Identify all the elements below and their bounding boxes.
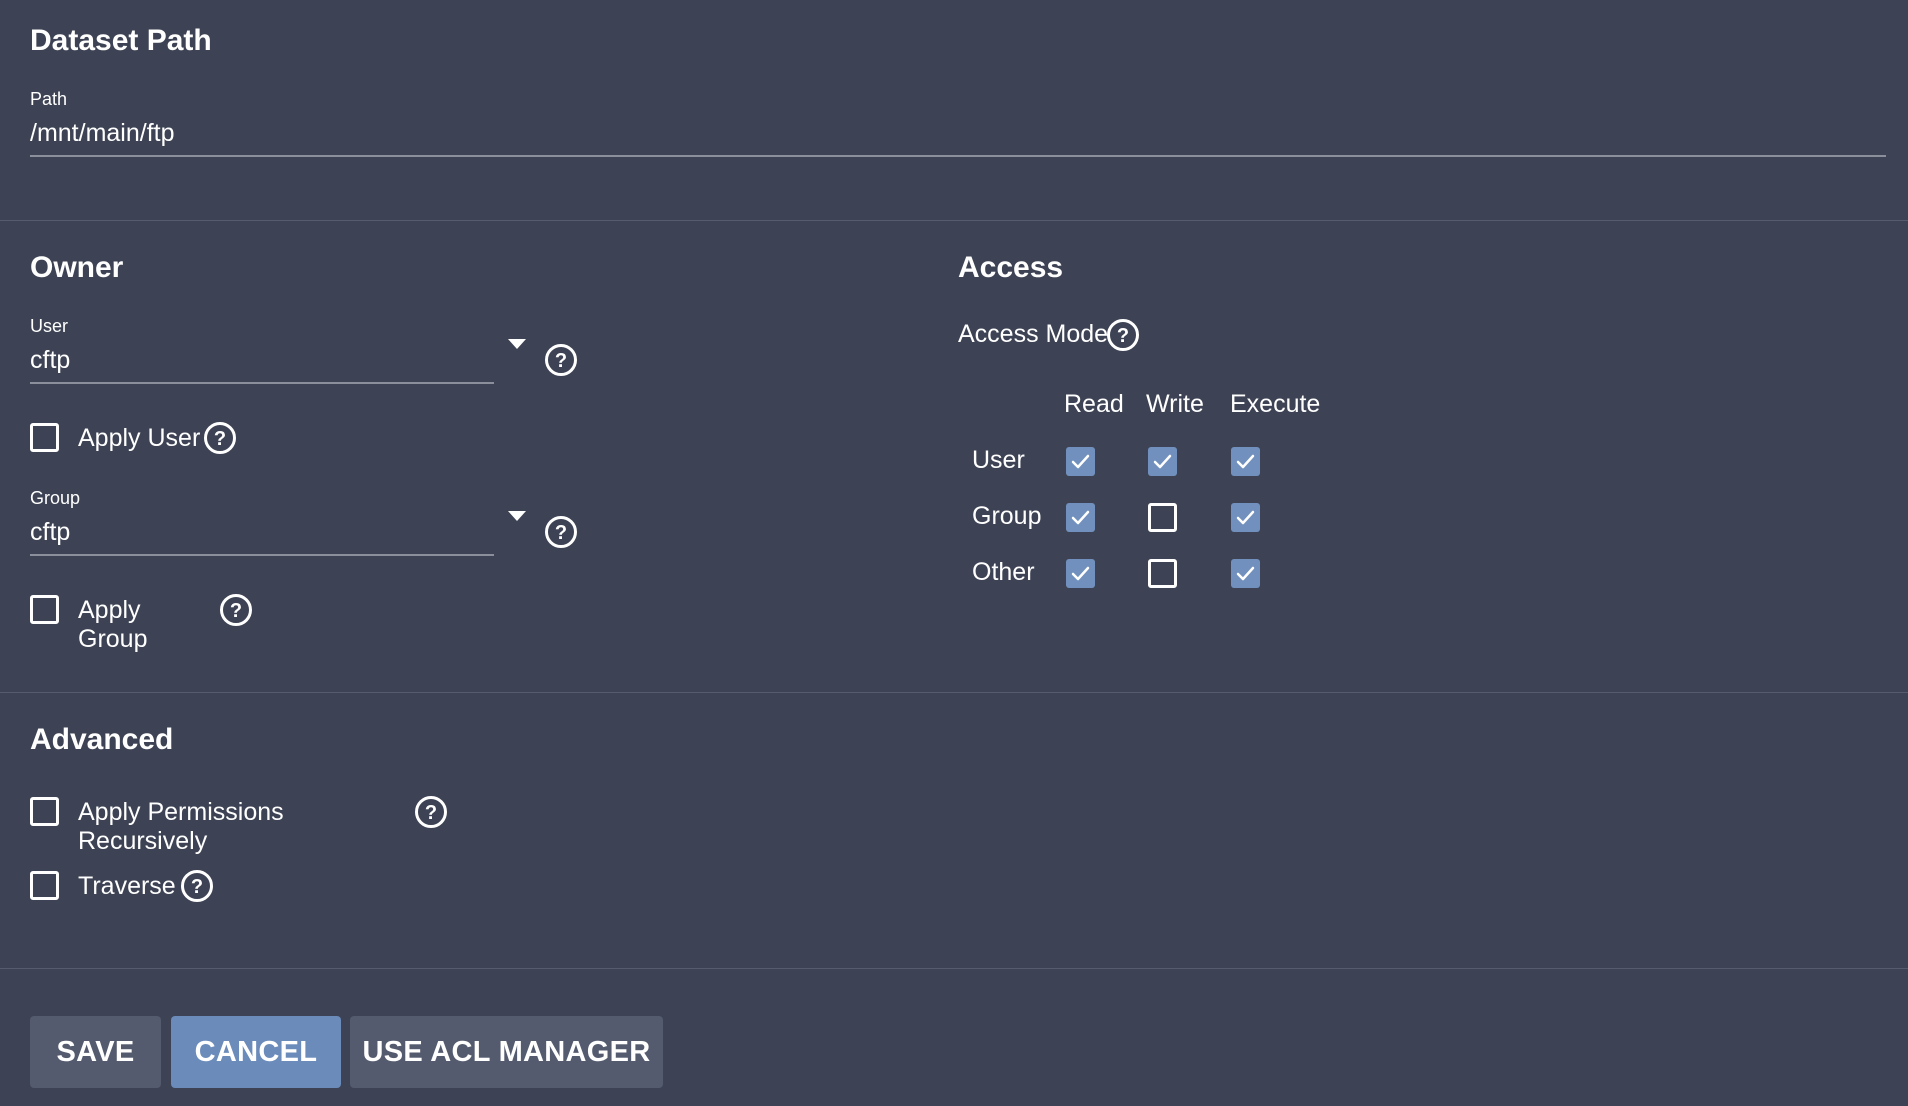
traverse-option[interactable]: Traverse — [30, 869, 176, 903]
user-read-checkbox[interactable] — [1066, 447, 1095, 476]
permission-row-label: User — [972, 446, 1025, 474]
user-write-checkbox[interactable] — [1148, 447, 1177, 476]
advanced-title: Advanced — [30, 723, 174, 756]
column-header-execute: Execute — [1230, 390, 1321, 418]
group-select[interactable]: Group cftp — [30, 484, 494, 556]
question-circle-icon[interactable]: ? — [544, 343, 578, 377]
caret-down-icon[interactable] — [508, 339, 526, 349]
apply-group-option[interactable]: Apply Group — [30, 593, 212, 653]
user-select[interactable]: User cftp — [30, 312, 494, 384]
svg-text:?: ? — [1117, 325, 1129, 347]
path-label: Path — [30, 89, 68, 109]
other-write-checkbox[interactable] — [1148, 559, 1177, 588]
caret-down-icon[interactable] — [508, 511, 526, 521]
svg-text:?: ? — [555, 350, 567, 372]
group-read-checkbox[interactable] — [1066, 503, 1095, 532]
question-circle-icon[interactable]: ? — [180, 869, 214, 903]
permission-row-label: Other — [972, 558, 1035, 586]
checkmark-icon — [1236, 454, 1255, 469]
owner-title: Owner — [30, 251, 124, 284]
section-divider — [0, 692, 1908, 693]
dataset-path-title: Dataset Path — [30, 24, 212, 57]
group-write-checkbox[interactable] — [1148, 503, 1177, 532]
section-divider — [0, 220, 1908, 221]
svg-text:?: ? — [214, 428, 226, 450]
other-read-checkbox[interactable] — [1066, 559, 1095, 588]
section-divider — [0, 968, 1908, 969]
path-value: /mnt/main/ftp — [30, 119, 175, 147]
traverse-checkbox[interactable] — [30, 871, 59, 900]
checkmark-icon — [1236, 566, 1255, 581]
question-circle-icon[interactable]: ? — [1106, 318, 1140, 352]
apply-recursively-checkbox[interactable] — [30, 797, 59, 826]
question-circle-icon[interactable]: ? — [219, 593, 253, 627]
access-mode-label: Access Mode — [958, 320, 1109, 348]
group-execute-checkbox[interactable] — [1231, 503, 1260, 532]
question-circle-icon[interactable]: ? — [414, 795, 448, 829]
checkmark-icon — [1071, 566, 1090, 581]
group-select-value: cftp — [30, 518, 71, 546]
group-select-underline — [30, 554, 494, 556]
permission-row-label: Group — [972, 502, 1042, 530]
group-select-label: Group — [30, 488, 81, 508]
user-select-underline — [30, 382, 494, 384]
save-button[interactable]: SAVE — [30, 1016, 161, 1088]
svg-text:?: ? — [425, 802, 437, 824]
column-header-read: Read — [1064, 390, 1124, 418]
column-header-write: Write — [1146, 390, 1204, 418]
question-circle-icon[interactable]: ? — [544, 515, 578, 549]
apply-group-checkbox[interactable] — [30, 595, 59, 624]
access-title: Access — [958, 251, 1064, 284]
svg-text:?: ? — [230, 600, 242, 622]
svg-text:?: ? — [191, 876, 203, 898]
user-select-value: cftp — [30, 346, 71, 374]
svg-text:?: ? — [555, 522, 567, 544]
checkmark-icon — [1236, 510, 1255, 525]
cancel-button[interactable]: CANCEL — [171, 1016, 341, 1088]
checkmark-icon — [1071, 454, 1090, 469]
use-acl-manager-button[interactable]: USE ACL MANAGER — [350, 1016, 663, 1088]
path-underline — [30, 155, 1886, 157]
apply-recursively-label: Apply Permissions Recursively — [78, 798, 284, 855]
apply-user-label: Apply User — [78, 424, 201, 452]
traverse-label: Traverse — [78, 872, 176, 900]
apply-group-label: Apply Group — [78, 596, 148, 653]
checkmark-icon — [1153, 454, 1172, 469]
user-select-label: User — [30, 316, 69, 336]
apply-recursively-option[interactable]: Apply Permissions Recursively — [30, 795, 410, 855]
apply-user-checkbox[interactable] — [30, 423, 59, 452]
user-execute-checkbox[interactable] — [1231, 447, 1260, 476]
other-execute-checkbox[interactable] — [1231, 559, 1260, 588]
checkmark-icon — [1071, 510, 1090, 525]
question-circle-icon[interactable]: ? — [203, 421, 237, 455]
